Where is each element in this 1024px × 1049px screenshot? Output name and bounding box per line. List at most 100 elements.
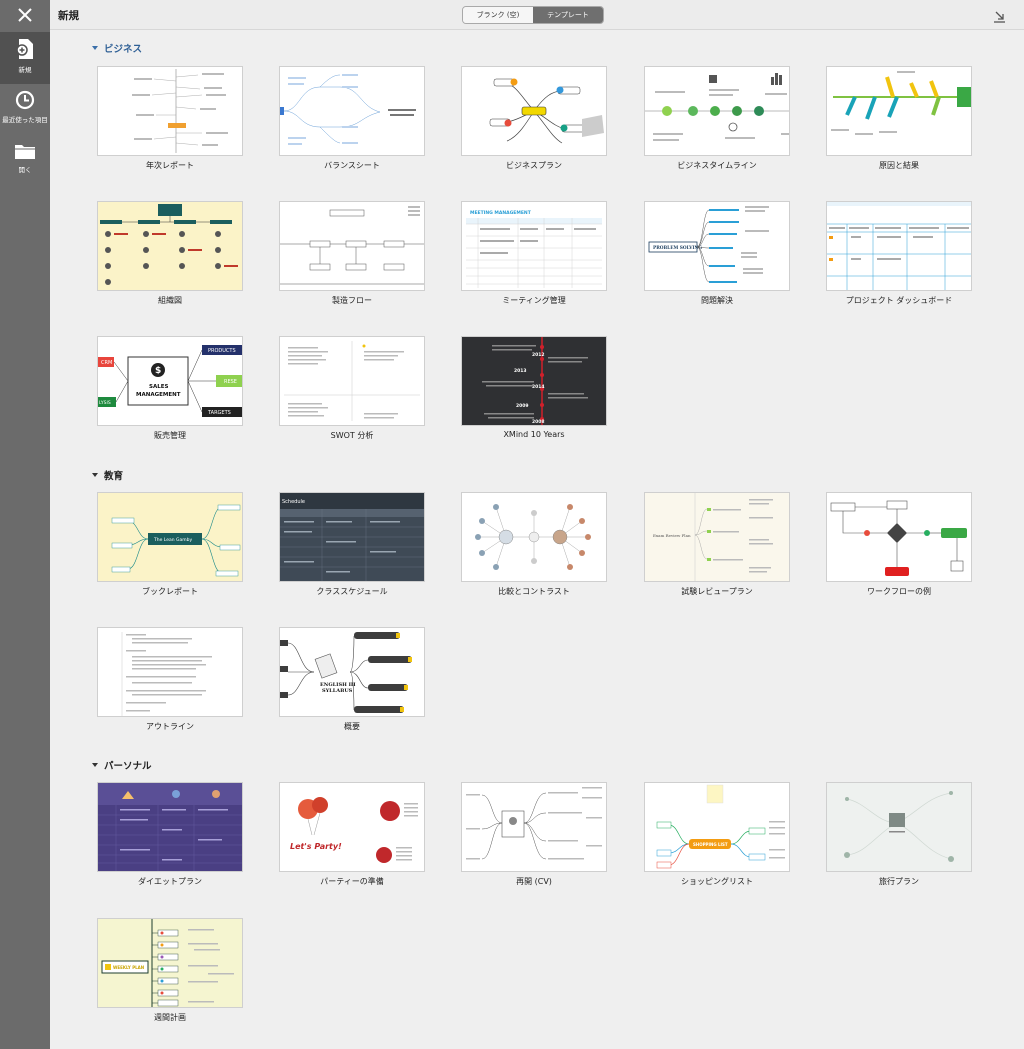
year-label: 2014 — [532, 384, 545, 390]
template-card-xmind-10-years[interactable]: 2012 2013 2014 2009 2008 XMind 10 Years — [461, 336, 607, 439]
sidebar-item-open[interactable]: 開く — [0, 136, 50, 188]
template-card-problem-solving[interactable]: PROBLEM SOLVING 問題解決 — [644, 201, 790, 306]
template-card-org-chart[interactable]: 組織図 — [97, 201, 243, 306]
close-button[interactable] — [0, 0, 50, 30]
section-title: パーソナル — [104, 761, 152, 772]
template-thumbnail: Let's Party! — [279, 782, 425, 872]
template-label: 年次レポート — [146, 161, 194, 170]
template-label: プロジェクト ダッシュボード — [845, 296, 953, 305]
template-label: クラススケジュール — [316, 587, 388, 596]
template-card-party-prep[interactable]: Let's Party! パーティーの準備 — [279, 782, 425, 887]
sales-crm-text: CRM — [101, 360, 112, 366]
blank-tab[interactable]: ブランク (空) — [463, 7, 533, 23]
template-thumbnail — [461, 66, 607, 156]
section-header-personal[interactable]: パーソナル — [92, 758, 152, 772]
template-thumbnail — [279, 336, 425, 426]
template-thumbnail — [279, 201, 425, 291]
clock-icon — [15, 90, 35, 110]
template-card-resume[interactable]: 再開 (CV) — [461, 782, 607, 887]
template-thumbnail — [826, 66, 972, 156]
template-thumbnail — [826, 492, 972, 582]
template-thumbnail: WEEKLY PLAN — [97, 918, 243, 1008]
template-card-exam-review[interactable]: Exam Review Plan 試験レビュープラン — [644, 492, 790, 597]
folder-icon — [15, 145, 35, 159]
year-label: 2008 — [532, 419, 545, 425]
template-label: 試験レビュープラン — [681, 587, 753, 596]
template-label: ミーティング管理 — [502, 296, 566, 305]
template-thumbnail — [461, 492, 607, 582]
section-header-education[interactable]: 教育 — [92, 468, 123, 482]
template-card-meeting-management[interactable]: MEETING MANAGEMENT ミーティング管理 — [461, 201, 607, 306]
template-thumbnail — [97, 782, 243, 872]
template-label: 再開 (CV) — [516, 877, 552, 886]
schedule-header-text: Schedule — [282, 499, 305, 505]
section-title: 教育 — [104, 471, 124, 482]
template-label: 概要 — [344, 722, 360, 731]
sidebar-item-new[interactable]: 新規 — [0, 32, 50, 84]
template-thumbnail — [97, 627, 243, 717]
weekly-text: WEEKLY PLAN — [113, 965, 144, 970]
sales-title2-text: MANAGEMENT — [136, 392, 181, 398]
syllabus-line2-text: SYLLABUS — [322, 688, 353, 694]
template-thumbnail — [97, 201, 243, 291]
template-card-book-report[interactable]: The Lean Gamby ブックレポート — [97, 492, 243, 597]
problem-solving-text: PROBLEM SOLVING — [653, 246, 702, 251]
template-card-project-dashboard[interactable]: プロジェクト ダッシュボード — [826, 201, 972, 306]
mode-segmented-control: ブランク (空) テンプレート — [462, 6, 604, 24]
template-card-workflow-example[interactable]: ワークフローの例 — [826, 492, 972, 597]
template-card-shopping-list[interactable]: SHOPPING LIST ショッピングリスト — [644, 782, 790, 887]
chevron-down-icon — [92, 473, 98, 477]
template-thumbnail: Exam Review Plan — [644, 492, 790, 582]
template-card-diet-plan[interactable]: ダイエットプラン — [97, 782, 243, 887]
template-card-travel-plan[interactable]: 旅行プラン — [826, 782, 972, 887]
template-card-balance-sheet[interactable]: バランスシート — [279, 66, 425, 171]
template-card-cause-effect[interactable]: 原因と結果 — [826, 66, 972, 171]
template-card-swot[interactable]: SWOT 分析 — [279, 336, 425, 441]
template-label: 原因と結果 — [879, 161, 919, 170]
template-label: ダイエットプラン — [138, 877, 202, 886]
chevron-down-icon — [92, 763, 98, 767]
template-card-compare-contrast[interactable]: 比較とコントラスト — [461, 492, 607, 597]
template-label: ショッピングリスト — [681, 877, 753, 886]
template-label: ブックレポート — [142, 587, 198, 596]
templates-tab[interactable]: テンプレート — [533, 7, 603, 23]
sales-products-text: PRODUCTS — [208, 348, 236, 354]
template-label: ビジネスタイムライン — [677, 161, 757, 170]
template-label: 組織図 — [158, 296, 182, 305]
template-thumbnail: ENGLISH III SYLLABUS — [279, 627, 425, 717]
export-button[interactable] — [993, 8, 1006, 27]
template-thumbnail: PROBLEM SOLVING — [644, 201, 790, 291]
template-label: ビジネスプラン — [506, 161, 562, 170]
template-card-weekly-plan[interactable]: WEEKLY PLAN 週間計画 — [97, 918, 243, 1023]
page-title: 新規 — [58, 10, 79, 22]
template-thumbnail: CRM LYSIS $ SALES MANAGEMENT PRODUCTS RE… — [97, 336, 243, 426]
year-label: 2009 — [516, 403, 529, 409]
template-label: 旅行プラン — [879, 877, 919, 886]
close-icon — [18, 8, 32, 22]
template-card-annual-report[interactable]: 年次レポート — [97, 66, 243, 171]
template-card-outline[interactable]: アウトライン — [97, 627, 243, 732]
template-card-business-timeline[interactable]: ビジネスタイムライン — [644, 66, 790, 171]
year-label: 2012 — [532, 352, 545, 358]
template-card-sales-management[interactable]: CRM LYSIS $ SALES MANAGEMENT PRODUCTS RE… — [97, 336, 243, 441]
template-thumbnail — [826, 201, 972, 291]
svg-text:$: $ — [155, 366, 161, 376]
shopping-text: SHOPPING LIST — [693, 842, 728, 847]
book-center-text: The Lean Gamby — [153, 537, 193, 543]
template-card-manufacturing-flow[interactable]: 製造フロー — [279, 201, 425, 306]
template-card-class-schedule[interactable]: Schedule クラススケジュール — [279, 492, 425, 597]
template-card-syllabus[interactable]: ENGLISH III SYLLABUS 概要 — [279, 627, 425, 732]
sidebar-item-recent[interactable]: 最近使った項目 — [0, 84, 50, 136]
template-label: XMind 10 Years — [503, 430, 565, 439]
template-card-business-plan[interactable]: ビジネスプラン — [461, 66, 607, 171]
section-header-business[interactable]: ビジネス — [92, 41, 142, 55]
template-thumbnail: Schedule — [279, 492, 425, 582]
template-label: パーティーの準備 — [320, 877, 384, 886]
template-thumbnail — [461, 782, 607, 872]
toolbar: 新規 ブランク (空) テンプレート — [50, 0, 1024, 30]
template-label: バランスシート — [324, 161, 380, 170]
export-icon — [994, 11, 1005, 23]
sales-lysis-text: LYSIS — [99, 400, 111, 406]
template-label: 比較とコントラスト — [498, 587, 570, 596]
sidebar-item-label: 開く — [18, 166, 32, 174]
